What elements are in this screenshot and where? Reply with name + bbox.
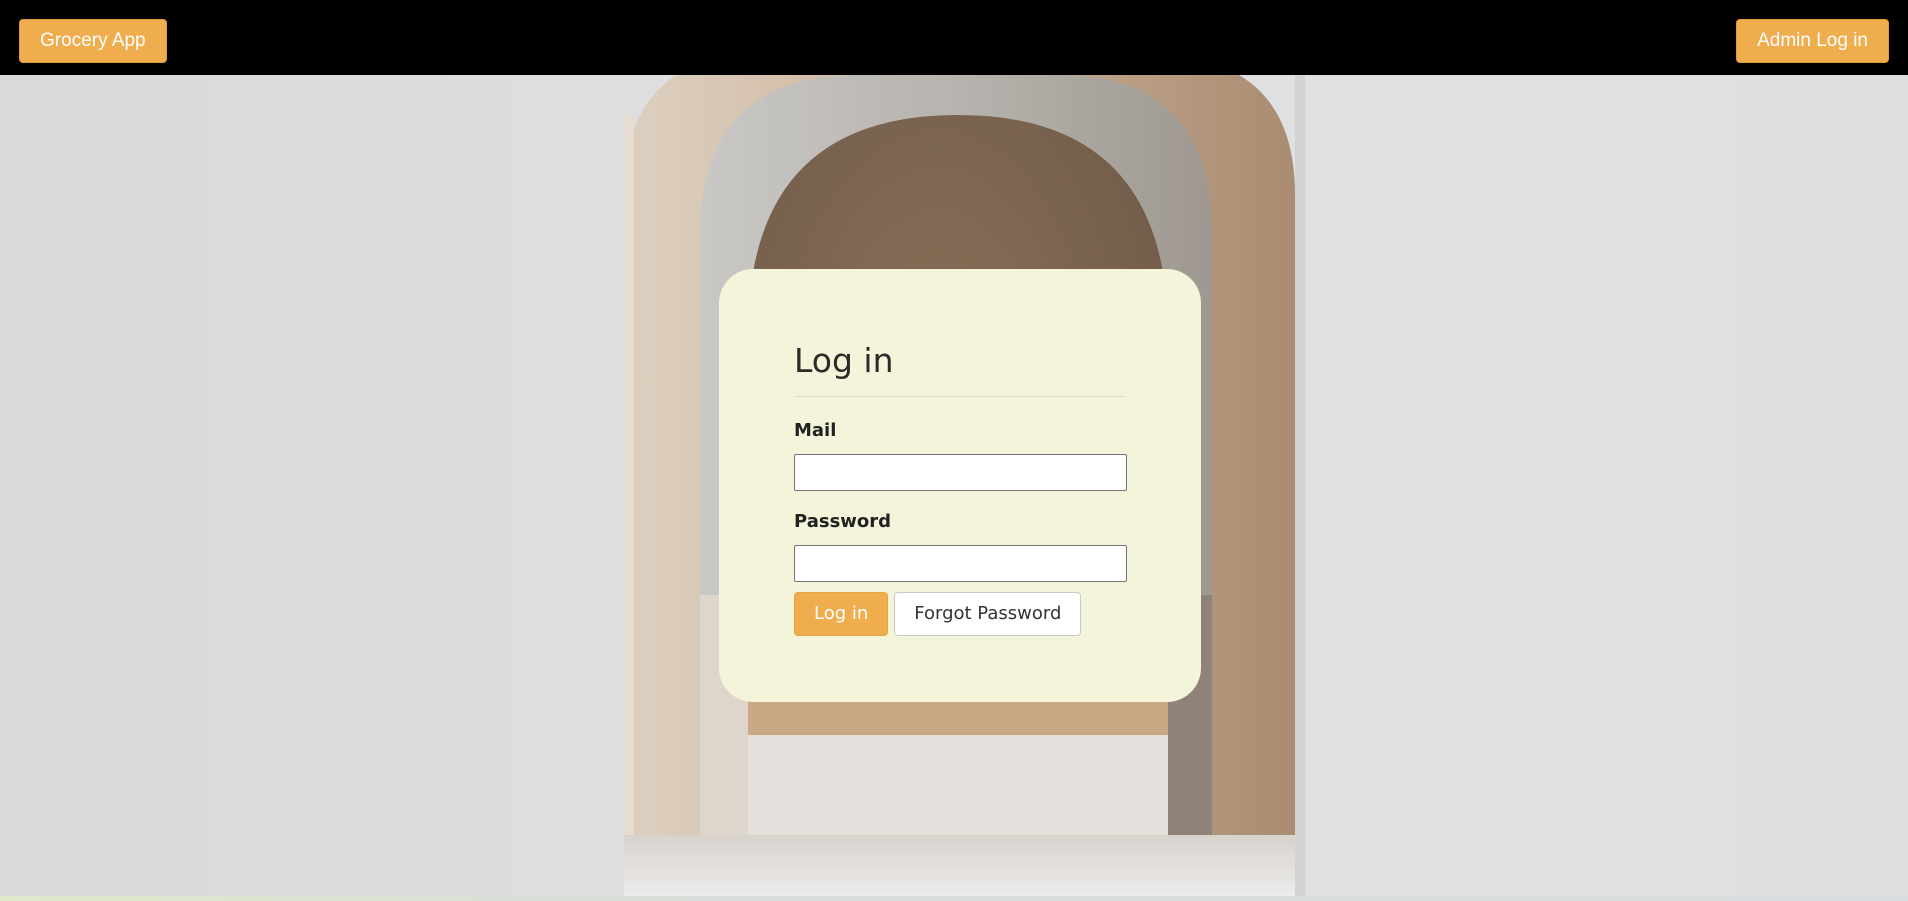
- password-input[interactable]: [794, 545, 1127, 582]
- login-card: Log in Mail Password Log in Forgot Passw…: [719, 269, 1201, 702]
- login-submit-button[interactable]: Log in: [794, 592, 889, 636]
- admin-login-button[interactable]: Admin Log in: [1736, 19, 1889, 63]
- mail-input[interactable]: [794, 454, 1127, 491]
- top-navbar: Grocery App Admin Log in: [0, 0, 1908, 75]
- title-divider: [794, 396, 1126, 397]
- password-label: Password: [794, 511, 892, 532]
- login-actions: Log in Forgot Password: [794, 592, 1126, 636]
- grocery-app-brand-button[interactable]: Grocery App: [19, 19, 167, 63]
- bottom-strip: [0, 896, 1908, 901]
- forgot-password-button[interactable]: Forgot Password: [894, 592, 1082, 636]
- mail-label: Mail: [794, 420, 837, 441]
- login-title: Log in: [794, 341, 894, 380]
